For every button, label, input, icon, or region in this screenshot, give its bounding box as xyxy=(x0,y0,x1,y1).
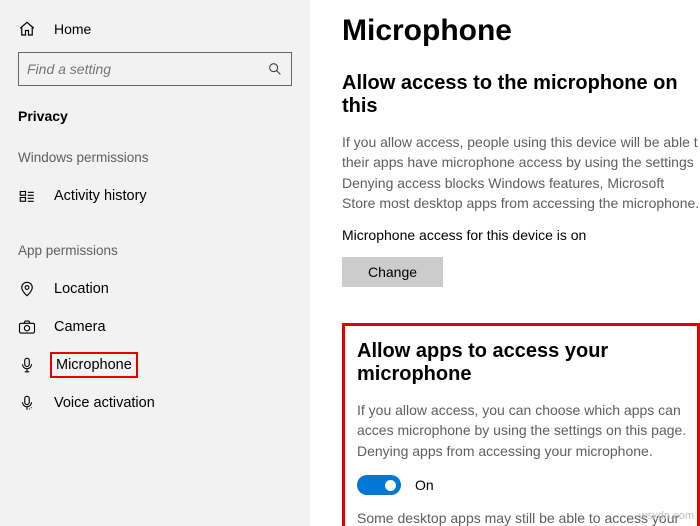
change-button[interactable]: Change xyxy=(342,257,443,287)
main-content: Microphone Allow access to the microphon… xyxy=(310,0,700,526)
allow-apps-toggle-row: On xyxy=(357,475,687,495)
voice-activation-icon xyxy=(18,394,36,412)
sidebar-item-label: Voice activation xyxy=(54,395,155,411)
sidebar-group-windows-permissions: Windows permissions xyxy=(0,150,310,177)
search-input-box[interactable] xyxy=(18,52,292,86)
activity-history-icon xyxy=(18,187,36,205)
sidebar-item-home[interactable]: Home xyxy=(0,14,310,52)
sidebar-item-label: Microphone xyxy=(54,356,134,374)
desktop-apps-footnote: Some desktop apps may still be able to a… xyxy=(357,509,687,526)
sidebar-item-microphone[interactable]: Microphone xyxy=(0,346,310,384)
sidebar-item-label: Location xyxy=(54,281,109,297)
sidebar-item-label: Camera xyxy=(54,319,106,335)
sidebar-item-activity-history[interactable]: Activity history xyxy=(0,177,310,215)
watermark: wsxdn.com xyxy=(639,510,694,522)
settings-sidebar: Home Privacy Windows permissions Activit… xyxy=(0,0,310,526)
sidebar-item-label: Activity history xyxy=(54,188,147,204)
sidebar-item-location[interactable]: Location xyxy=(0,270,310,308)
home-label: Home xyxy=(54,21,91,37)
mic-access-status: Microphone access for this device is on xyxy=(342,227,700,243)
allow-apps-toggle[interactable] xyxy=(357,475,401,495)
section2-title: Allow apps to access your microphone xyxy=(357,340,687,386)
microphone-icon xyxy=(18,356,36,374)
location-icon xyxy=(18,280,36,298)
search-input[interactable] xyxy=(27,61,267,77)
page-title: Microphone xyxy=(342,14,700,48)
footnote-text: Some desktop apps may still be able to a… xyxy=(357,510,679,526)
sidebar-item-camera[interactable]: Camera xyxy=(0,308,310,346)
search-container xyxy=(0,52,310,108)
sidebar-group-app-permissions: App permissions xyxy=(0,243,310,270)
allow-apps-highlight-box: Allow apps to access your microphone If … xyxy=(342,323,700,526)
sidebar-item-voice-activation[interactable]: Voice activation xyxy=(0,384,310,422)
toggle-state-label: On xyxy=(415,477,434,493)
section1-body: If you allow access, people using this d… xyxy=(342,132,700,213)
camera-icon xyxy=(18,318,36,336)
sidebar-category-privacy: Privacy xyxy=(0,108,310,150)
section1-title: Allow access to the microphone on this xyxy=(342,72,700,118)
search-icon xyxy=(267,61,283,77)
home-icon xyxy=(18,20,36,38)
section2-body: If you allow access, you can choose whic… xyxy=(357,400,687,461)
